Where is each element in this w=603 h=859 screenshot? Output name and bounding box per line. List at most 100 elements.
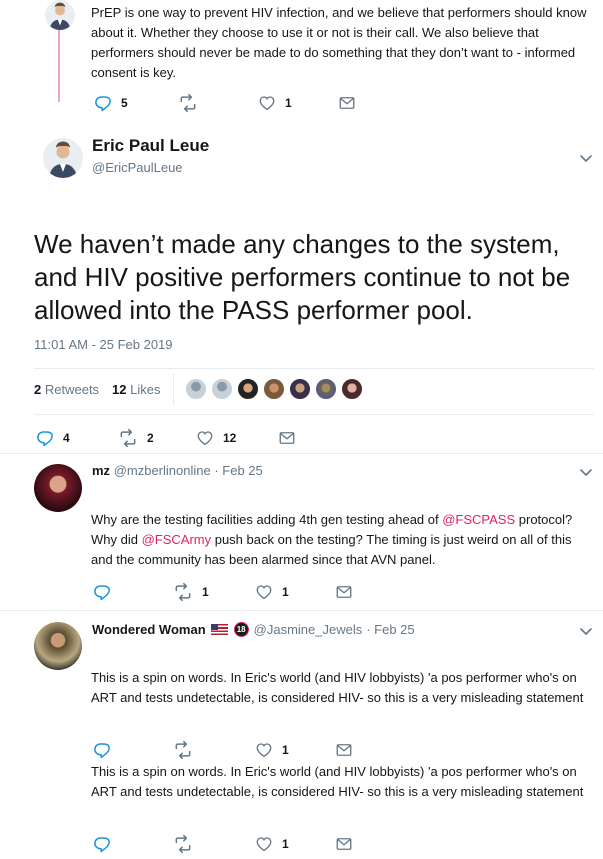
reply2-text-repeat: This is a spin on words. In Eric's world… xyxy=(91,764,584,799)
reply-button[interactable] xyxy=(93,583,173,601)
liker-avatar[interactable] xyxy=(289,378,311,400)
like-count: 12 xyxy=(223,431,237,445)
like-button[interactable]: 1 xyxy=(255,835,335,853)
retweet-button[interactable] xyxy=(173,834,255,854)
reply-button[interactable]: 4 xyxy=(36,429,118,447)
reply-count: 5 xyxy=(121,96,128,110)
heart-icon xyxy=(258,94,276,112)
prev-tweet-actions: 5 1 xyxy=(94,93,356,113)
reply-button[interactable] xyxy=(93,741,173,759)
likes-label: Likes xyxy=(130,382,161,397)
reply-icon xyxy=(36,429,54,447)
like-button[interactable]: 1 xyxy=(258,94,338,112)
reply-button[interactable] xyxy=(93,835,173,853)
main-tweet-text: We haven’t made any changes to the syste… xyxy=(34,229,571,325)
reply1-text-part: Why are the testing facilities adding 4t… xyxy=(91,512,443,527)
reply-icon xyxy=(93,583,111,601)
retweet-button[interactable]: 2 xyxy=(118,428,196,448)
retweet-button[interactable]: 1 xyxy=(173,582,255,602)
reply-button[interactable]: 5 xyxy=(94,94,178,112)
mail-icon xyxy=(335,583,353,601)
mail-icon xyxy=(278,429,296,447)
main-tweet-divider xyxy=(0,453,603,454)
retweet-button[interactable] xyxy=(178,93,258,113)
dm-button[interactable] xyxy=(278,429,296,447)
reply1-handle[interactable]: @mzberlinonline xyxy=(114,463,211,478)
heart-icon xyxy=(196,429,214,447)
reply2-menu-chevron-icon[interactable] xyxy=(578,623,594,639)
reply1-divider xyxy=(0,610,603,611)
like-count: 1 xyxy=(285,96,292,110)
dm-button[interactable] xyxy=(335,835,353,853)
main-tweet-name[interactable]: Eric Paul Leue xyxy=(92,136,209,156)
mail-icon xyxy=(335,741,353,759)
retweet-icon xyxy=(173,582,193,602)
reply-count: 4 xyxy=(63,431,70,445)
like-count: 1 xyxy=(282,585,289,599)
reply2-date[interactable]: · Feb 25 xyxy=(366,622,414,637)
dm-button[interactable] xyxy=(335,583,353,601)
likers-avatars xyxy=(185,378,367,400)
liker-avatar[interactable] xyxy=(263,378,285,400)
liker-avatar[interactable] xyxy=(315,378,337,400)
stats-divider-top xyxy=(34,368,594,369)
main-tweet-handle[interactable]: @EricPaulLeue xyxy=(92,160,183,175)
heart-icon xyxy=(255,583,273,601)
reply1-name[interactable]: mz xyxy=(92,463,110,478)
main-tweet-timestamp[interactable]: 11:01 AM - 25 Feb 2019 xyxy=(34,337,173,352)
reply2-name[interactable]: Wondered Woman xyxy=(92,622,206,637)
like-count: 1 xyxy=(282,743,289,757)
like-button[interactable]: 12 xyxy=(196,429,278,447)
likes-count: 12 xyxy=(112,382,127,397)
mention-link[interactable]: @FSCPASS xyxy=(442,512,515,527)
mail-icon xyxy=(338,94,356,112)
liker-avatar[interactable] xyxy=(185,378,207,400)
reply1-actions: 1 1 xyxy=(93,582,353,602)
reply2-header: Wondered Woman 18 @Jasmine_Jewels · Feb … xyxy=(92,622,415,637)
liker-avatar[interactable] xyxy=(341,378,363,400)
liker-avatar[interactable] xyxy=(211,378,233,400)
like-button[interactable]: 1 xyxy=(255,583,335,601)
like-button[interactable]: 1 xyxy=(255,741,335,759)
reply-icon xyxy=(93,741,111,759)
retweets-count: 2 xyxy=(34,382,42,397)
reply1-menu-chevron-icon[interactable] xyxy=(578,464,594,480)
main-tweet-avatar[interactable] xyxy=(43,138,83,178)
heart-icon xyxy=(255,741,273,759)
retweets-label: Retweets xyxy=(44,382,100,397)
reply1-text: Why are the testing facilities adding 4t… xyxy=(91,510,591,570)
us-flag-icon xyxy=(210,624,228,635)
age-18-badge-icon: 18 xyxy=(233,622,249,637)
reply2-actions-repeat: 1 xyxy=(93,834,353,854)
reply2-text: This is a spin on words. In Eric's world… xyxy=(91,670,584,705)
heart-icon xyxy=(255,835,273,853)
dm-button[interactable] xyxy=(335,741,353,759)
reply2-handle[interactable]: @Jasmine_Jewels xyxy=(254,622,363,637)
retweet-count: 2 xyxy=(147,431,154,445)
reply1-header: mz @mzberlinonline · Feb 25 xyxy=(92,463,263,478)
like-count: 1 xyxy=(282,837,289,851)
stats-separator xyxy=(173,374,174,406)
reply-icon xyxy=(94,94,112,112)
mention-link[interactable]: @FSCArmy xyxy=(142,532,212,547)
retweets-stat[interactable]: 2 Retweets xyxy=(34,382,99,397)
reply1-avatar[interactable] xyxy=(34,464,82,512)
reply2-actions: 1 xyxy=(93,740,353,760)
thread-line xyxy=(58,30,60,102)
prev-tweet-text: PrEP is one way to prevent HIV infection… xyxy=(91,5,587,80)
prev-tweet-avatar[interactable] xyxy=(45,0,75,30)
retweet-button[interactable] xyxy=(173,740,255,760)
likes-stat[interactable]: 12 Likes xyxy=(112,382,160,397)
reply1-date[interactable]: · Feb 25 xyxy=(214,463,262,478)
retweet-count: 1 xyxy=(202,585,209,599)
retweet-icon xyxy=(118,428,138,448)
main-tweet-menu-chevron-icon[interactable] xyxy=(578,150,594,166)
main-tweet-actions: 4 2 12 xyxy=(36,428,296,448)
liker-avatar[interactable] xyxy=(237,378,259,400)
reply2-avatar[interactable] xyxy=(34,622,82,670)
dm-button[interactable] xyxy=(338,94,356,112)
retweet-icon xyxy=(178,93,198,113)
retweet-icon xyxy=(173,740,193,760)
retweet-icon xyxy=(173,834,193,854)
reply-icon xyxy=(93,835,111,853)
